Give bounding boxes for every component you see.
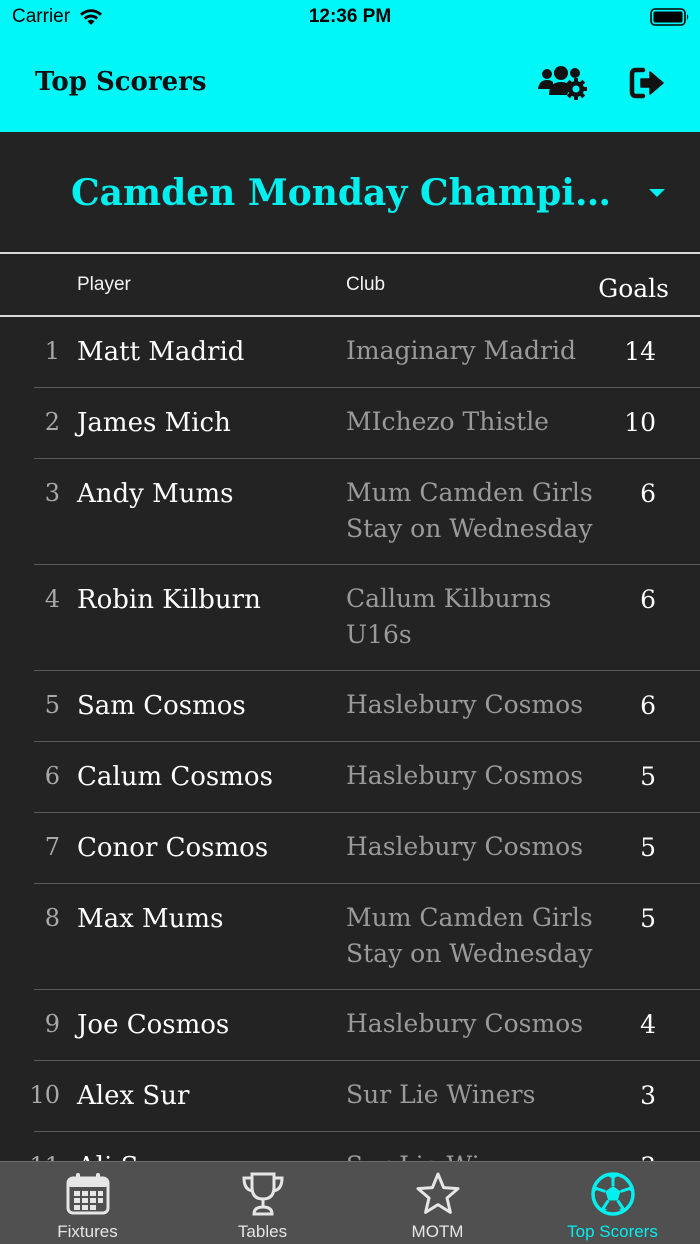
player-name: Robin Kilburn (77, 585, 261, 615)
player-name: Conor Cosmos (77, 833, 269, 863)
table-row[interactable]: 2 James Mich MIchezo Thistle 10 (0, 388, 700, 459)
chevron-down-icon[interactable] (648, 187, 666, 199)
table-row[interactable]: 10 Alex Sur Sur Lie Winers 3 (0, 1061, 700, 1132)
tab-label: Top Scorers (567, 1222, 658, 1241)
rank: 6 (44, 762, 60, 790)
football-icon (590, 1172, 635, 1216)
table-row[interactable]: 9 Joe Cosmos Haslebury Cosmos 4 (0, 990, 700, 1061)
rank: 9 (44, 1010, 60, 1038)
rank: 7 (44, 833, 60, 861)
club-name: Mum Camden Girls Stay on Wednesday (346, 903, 593, 968)
competition-name[interactable]: Camden Monday Championship (71, 172, 631, 214)
goals-count: 14 (624, 337, 656, 366)
tab-label: Fixtures (57, 1222, 118, 1241)
table-row[interactable]: 3 Andy Mums Mum Camden Girls Stay on Wed… (0, 459, 700, 565)
goals-count: 6 (640, 585, 656, 614)
table-row[interactable]: 4 Robin Kilburn Callum Kilburns U16s 6 (0, 565, 700, 671)
column-header-club: Club (346, 274, 386, 295)
player-name: James Mich (77, 408, 231, 438)
status-bar: Carrier 12:36 PM (0, 0, 700, 36)
column-header-goals: Goals (598, 274, 669, 303)
table-row[interactable]: 1 Matt Madrid Imaginary Madrid 14 (0, 317, 700, 388)
club-name: Haslebury Cosmos (346, 832, 584, 861)
table-row[interactable]: 5 Sam Cosmos Haslebury Cosmos 6 (0, 671, 700, 742)
club-name: Haslebury Cosmos (346, 690, 584, 719)
club-name: Callum Kilburns U16s (346, 584, 552, 649)
competition-selector[interactable]: Camden Monday Championship (0, 132, 700, 252)
player-name: Calum Cosmos (77, 762, 273, 792)
goals-count: 5 (640, 904, 656, 933)
goals-count: 5 (640, 762, 656, 791)
tab-top-scorers[interactable]: Top Scorers (525, 1162, 700, 1244)
player-name: Alex Sur (77, 1081, 190, 1111)
rank: 2 (44, 408, 60, 436)
player-name: Andy Mums (77, 479, 234, 509)
rank: 5 (44, 691, 60, 719)
team-settings-button[interactable] (536, 62, 588, 104)
rank: 3 (44, 479, 60, 507)
page-title: Top Scorers (35, 67, 207, 97)
table-row[interactable]: 11 Ali S Sur Lie Wi 3 (0, 1132, 700, 1162)
rank: 4 (44, 585, 60, 613)
goals-count: 4 (640, 1010, 656, 1039)
club-name: Sur Lie Winers (346, 1080, 536, 1109)
club-name: MIchezo Thistle (346, 407, 549, 436)
table-row[interactable]: 7 Conor Cosmos Haslebury Cosmos 5 (0, 813, 700, 884)
scorers-list[interactable]: 1 Matt Madrid Imaginary Madrid 14 2 Jame… (0, 317, 700, 1162)
rank: 8 (44, 904, 60, 932)
star-icon (416, 1172, 459, 1214)
tab-label: Tables (237, 1222, 288, 1241)
club-name: Sur Lie Wi (346, 1148, 608, 1162)
club-name: Imaginary Madrid (346, 336, 576, 365)
rank: 10 (29, 1081, 60, 1109)
tab-label: MOTM (411, 1222, 464, 1241)
tab-tables[interactable]: Tables (175, 1162, 350, 1244)
club-name: Haslebury Cosmos (346, 761, 584, 790)
sign-out-icon (629, 67, 664, 99)
player-name: Sam Cosmos (77, 691, 246, 721)
column-header-player: Player (77, 274, 131, 295)
club-name: Haslebury Cosmos (346, 1009, 584, 1038)
goals-count: 6 (640, 691, 656, 720)
player-name: Matt Madrid (77, 337, 245, 367)
battery-icon (650, 8, 689, 26)
table-row[interactable]: 6 Calum Cosmos Haslebury Cosmos 5 (0, 742, 700, 813)
goals-count: 6 (640, 479, 656, 508)
club-name: Mum Camden Girls Stay on Wednesday (346, 478, 593, 543)
status-time: 12:36 PM (308, 6, 392, 27)
sign-out-button[interactable] (622, 62, 674, 104)
tab-bar: Fixtures Tables MOTM Top Scorers (0, 1161, 700, 1244)
table-row[interactable]: 8 Max Mums Mum Camden Girls Stay on Wedn… (0, 884, 700, 990)
goals-count: 10 (624, 408, 656, 437)
team-settings-icon (538, 66, 587, 100)
tab-fixtures[interactable]: Fixtures (0, 1162, 175, 1244)
app-header: Carrier 12:36 PM Top Scorers (0, 0, 700, 132)
table-header: Player Club Goals (0, 254, 700, 316)
goals-count: 5 (640, 833, 656, 862)
goals-count: 3 (640, 1081, 656, 1110)
player-name: Max Mums (77, 904, 224, 934)
player-name: Joe Cosmos (77, 1010, 230, 1040)
calendar-icon (66, 1173, 109, 1215)
rank: 1 (44, 337, 60, 365)
trophy-icon (241, 1172, 284, 1216)
tab-motm[interactable]: MOTM (350, 1162, 525, 1244)
